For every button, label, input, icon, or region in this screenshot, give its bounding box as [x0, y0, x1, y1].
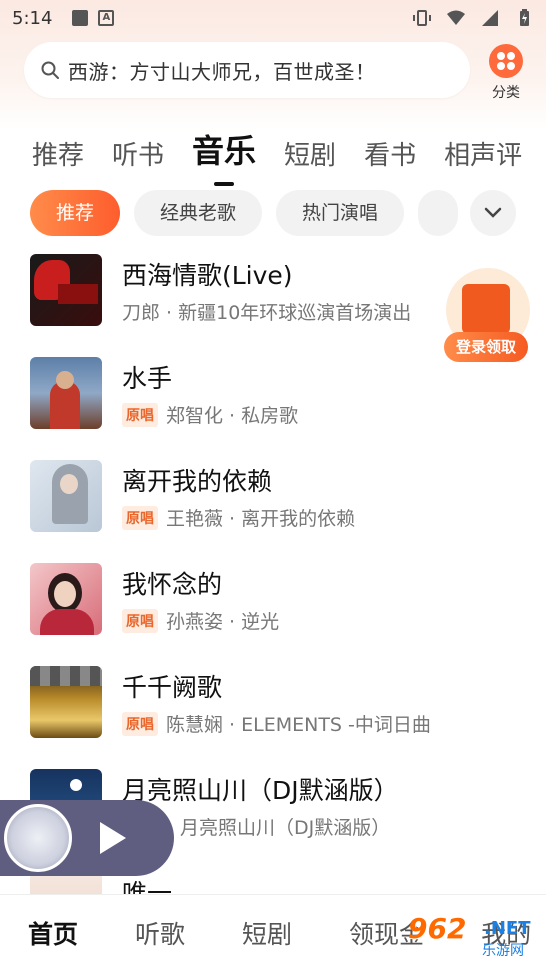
tab-recommend[interactable]: 推荐	[32, 135, 84, 172]
wifi-icon	[447, 10, 465, 25]
chip-hot-singing[interactable]: 热门演唱	[276, 190, 405, 236]
original-badge: 原唱	[122, 711, 158, 736]
song-title: 水手	[122, 364, 173, 393]
vibrate-icon	[413, 10, 431, 26]
album-cover	[30, 460, 102, 532]
song-title: 西海情歌(Live)	[122, 261, 293, 290]
status-time: 5:14	[12, 7, 53, 29]
site-watermark: 962 .NET 乐游网	[408, 912, 542, 962]
category-button[interactable]: 分类	[484, 44, 528, 102]
nav-short-drama[interactable]: 短剧	[242, 915, 292, 951]
watermark-net: .NET	[484, 918, 531, 939]
tab-short-drama[interactable]: 短剧	[284, 135, 336, 172]
chevron-down-icon	[484, 207, 502, 218]
tab-crosstalk[interactable]: 相声评	[444, 135, 522, 172]
now-playing-disc	[4, 804, 72, 872]
original-badge: 原唱	[122, 505, 158, 530]
nav-listen[interactable]: 听歌	[135, 915, 185, 951]
notification-square-icon	[72, 10, 89, 26]
notification-a-icon: A	[98, 10, 115, 26]
album-cover	[30, 357, 102, 429]
login-reward-button[interactable]: 登录领取	[440, 268, 532, 364]
song-row[interactable]: 千千阙歌 原唱 陈慧娴 · ELEMENTS -中词日曲	[0, 666, 546, 769]
expand-chips-button[interactable]	[470, 190, 516, 236]
mini-player[interactable]	[0, 800, 174, 876]
original-badge: 原唱	[122, 402, 158, 427]
chip-partial[interactable]	[418, 190, 459, 236]
search-box[interactable]: 西游：方寸山大师兄，百世成圣！	[24, 42, 470, 98]
play-icon[interactable]	[100, 822, 126, 854]
red-envelope-icon	[462, 284, 510, 334]
tab-music[interactable]: 音乐	[192, 126, 256, 186]
song-title: 离开我的依赖	[122, 467, 273, 496]
category-chips: 推荐 经典老歌 热门演唱	[30, 190, 459, 236]
category-label: 分类	[492, 85, 520, 101]
search-hint: 西游：方寸山大师兄，百世成圣！	[68, 59, 376, 84]
original-badge: 原唱	[122, 608, 158, 633]
signal-icon	[482, 10, 498, 26]
album-cover	[30, 254, 102, 326]
song-row[interactable]: 水手 原唱 郑智化 · 私房歌	[0, 357, 546, 460]
song-row[interactable]: 我怀念的 原唱 孙燕姿 · 逆光	[0, 563, 546, 666]
song-meta: 郑智化 · 私房歌	[166, 405, 299, 427]
nav-home[interactable]: 首页	[28, 915, 78, 951]
chip-classic-oldies[interactable]: 经典老歌	[134, 190, 263, 236]
song-title: 千千阙歌	[122, 673, 223, 702]
watermark-number: 962	[408, 912, 467, 945]
song-meta: 王艳薇 · 离开我的依赖	[166, 508, 356, 530]
watermark-name: 乐游网	[482, 943, 524, 959]
tab-read[interactable]: 看书	[364, 135, 416, 172]
top-tabs: 推荐 听书 音乐 短剧 看书 相声评	[0, 118, 546, 186]
song-title: 我怀念的	[122, 570, 223, 599]
battery-icon	[520, 9, 529, 26]
song-meta: 月亮照山川（DJ默涵版）	[180, 817, 391, 839]
song-meta: 刀郎 · 新疆10年环球巡演首场演出	[122, 302, 412, 324]
status-bar: 5:14 A	[0, 0, 546, 36]
category-icon	[489, 44, 523, 78]
chip-recommend[interactable]: 推荐	[30, 190, 121, 236]
login-reward-label: 登录领取	[444, 332, 528, 362]
search-icon	[41, 61, 59, 79]
song-title: 月亮照山川（DJ默涵版）	[122, 776, 399, 805]
song-meta: 孙燕姿 · 逆光	[166, 611, 280, 633]
album-cover	[30, 563, 102, 635]
album-cover	[30, 666, 102, 738]
song-row[interactable]: 离开我的依赖 原唱 王艳薇 · 离开我的依赖	[0, 460, 546, 563]
tab-audiobook[interactable]: 听书	[112, 135, 164, 172]
song-meta: 陈慧娴 · ELEMENTS -中词日曲	[166, 714, 431, 736]
